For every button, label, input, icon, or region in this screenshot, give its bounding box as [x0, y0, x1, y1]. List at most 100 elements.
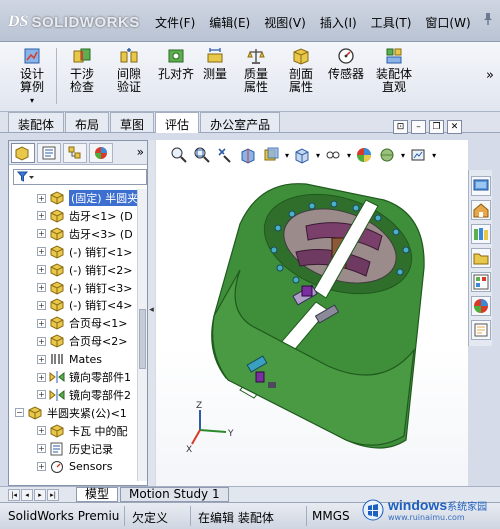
- tab-assembly[interactable]: 装配体: [8, 112, 65, 132]
- chevron-down-icon[interactable]: ▾: [30, 94, 34, 107]
- clearance-verify-button[interactable]: 间隙验证: [108, 46, 150, 94]
- tree-item[interactable]: + 历史记录: [37, 440, 137, 458]
- tab-office-products[interactable]: 办公室产品: [200, 112, 281, 132]
- tree-item[interactable]: + (-) 销钉<2>: [37, 261, 137, 279]
- menu-view[interactable]: 视图(V): [259, 12, 311, 33]
- graphics-area[interactable]: ⊡ – ❐ ✕ ▾ ▾ ▾ ▾ ▾ Y Z X: [156, 120, 468, 486]
- viewport-close-button[interactable]: ✕: [447, 120, 462, 134]
- tab-feature-manager[interactable]: [11, 143, 35, 163]
- expand-toggle[interactable]: +: [37, 300, 46, 310]
- tree-scrollbar[interactable]: [137, 189, 147, 481]
- tree-item-label: (-) 销钉<4>: [69, 299, 133, 313]
- tree-item-label: (固定) 半圆夹: [69, 190, 137, 206]
- tree-item-label: 齿牙<1> (D: [69, 209, 133, 223]
- expand-toggle[interactable]: +: [37, 372, 46, 382]
- solidworks-logo[interactable]: DS SOLIDWORKS: [8, 10, 140, 34]
- tab-property-manager[interactable]: [37, 143, 61, 163]
- tab-configuration-manager[interactable]: [63, 143, 87, 163]
- expand-toggle[interactable]: +: [37, 390, 46, 400]
- next-tab-button[interactable]: ▸: [34, 488, 46, 501]
- tree-item[interactable]: + 卡瓦 中的配: [37, 422, 137, 440]
- expand-toggle[interactable]: +: [37, 265, 46, 275]
- interference-check-button[interactable]: 干涉检查: [62, 46, 102, 94]
- expand-toggle[interactable]: +: [37, 354, 46, 364]
- assembly-visualization-button[interactable]: 装配体直观: [372, 46, 416, 94]
- viewport-minimize-button[interactable]: –: [411, 120, 426, 134]
- measure-button[interactable]: 测量: [200, 46, 230, 81]
- toolbar-more-button[interactable]: »: [486, 68, 494, 83]
- section-properties-button[interactable]: 剖面属性: [280, 46, 322, 94]
- menu-edit[interactable]: 编辑(E): [204, 12, 255, 33]
- home-icon: [473, 203, 489, 218]
- triad-y-label: Y: [227, 429, 234, 439]
- triad-x-label: X: [186, 445, 192, 455]
- tab-layout[interactable]: 布局: [65, 112, 110, 132]
- task-pane-view-palette[interactable]: [471, 272, 491, 292]
- tree-item[interactable]: + 合页母<1>: [37, 314, 137, 332]
- display-manager-icon: [95, 147, 107, 159]
- expand-toggle[interactable]: +: [37, 247, 46, 257]
- hole-alignment-button[interactable]: 孔对齐: [156, 46, 196, 81]
- tab-evaluate[interactable]: 评估: [155, 112, 200, 133]
- tree-item-label: 半圆夹紧(公)<1: [47, 406, 127, 420]
- expand-toggle[interactable]: −: [15, 408, 24, 418]
- expand-toggle[interactable]: +: [37, 229, 46, 239]
- tree-item[interactable]: + (固定) 半圆夹: [37, 189, 137, 207]
- measure-label: 测量: [202, 67, 227, 81]
- menu-insert[interactable]: 插入(I): [315, 12, 362, 33]
- tree-item[interactable]: − 半圆夹紧(公)<1: [15, 404, 137, 422]
- tree-item[interactable]: + (-) 销钉<1>: [37, 243, 137, 261]
- tab-model[interactable]: 模型: [76, 487, 119, 502]
- tab-display-manager[interactable]: [89, 143, 113, 163]
- task-pane-resources[interactable]: [471, 176, 491, 196]
- expand-toggle[interactable]: +: [37, 444, 46, 454]
- pin-icon[interactable]: [482, 12, 494, 26]
- task-pane-home[interactable]: [471, 200, 491, 220]
- tab-motion-study[interactable]: Motion Study 1: [120, 487, 229, 502]
- tree-item[interactable]: + 合页母<2>: [37, 332, 137, 350]
- tree-item[interactable]: + 齿牙<1> (D: [37, 207, 137, 225]
- mass-properties-button[interactable]: 质量属性: [235, 46, 277, 94]
- tree-item[interactable]: + 齿牙<3> (D: [37, 225, 137, 243]
- status-units[interactable]: MMGS: [312, 509, 350, 523]
- mates-icon: [51, 354, 63, 365]
- first-tab-button[interactable]: |◂: [8, 488, 20, 501]
- expand-toggle[interactable]: +: [37, 211, 46, 221]
- appearances-icon: [474, 299, 488, 313]
- expand-toggle[interactable]: +: [37, 193, 46, 203]
- expand-toggle[interactable]: +: [37, 426, 46, 436]
- tree-item[interactable]: + Mates: [37, 350, 137, 368]
- expand-toggle[interactable]: +: [37, 336, 46, 346]
- viewport-restore-button[interactable]: ❐: [429, 120, 444, 134]
- task-pane-design-library[interactable]: [471, 224, 491, 244]
- task-pane-custom-properties[interactable]: [471, 320, 491, 340]
- tree-item[interactable]: + 镜向零部件1: [37, 368, 137, 386]
- feature-manager-icon: [15, 146, 29, 161]
- viewport-tile-button[interactable]: ⊡: [393, 120, 408, 134]
- tree-item[interactable]: + 镜向零部件2: [37, 386, 137, 404]
- sensor-button[interactable]: 传感器: [326, 46, 366, 81]
- tab-sketch[interactable]: 草图: [110, 112, 155, 132]
- collapse-panel-button[interactable]: ◂: [148, 298, 155, 322]
- menu-file[interactable]: 文件(F): [150, 12, 200, 33]
- expand-toggle[interactable]: +: [37, 462, 46, 471]
- expand-toggle[interactable]: +: [37, 318, 46, 328]
- tree-item[interactable]: + (-) 销钉<4>: [37, 296, 137, 314]
- tree-item[interactable]: + (-) 销钉<3>: [37, 279, 137, 297]
- menu-tools[interactable]: 工具(T): [366, 12, 417, 33]
- scrollbar-thumb[interactable]: [139, 309, 146, 369]
- expand-toggle[interactable]: +: [37, 283, 46, 292]
- task-pane-file-explorer[interactable]: [471, 248, 491, 268]
- last-tab-button[interactable]: ▸|: [47, 488, 59, 501]
- tree-item[interactable]: + Sensors: [37, 458, 137, 476]
- design-study-button[interactable]: 设计算例 ▾: [10, 46, 54, 107]
- tree-item-label: (-) 销钉<3>: [69, 281, 133, 295]
- history-icon: [50, 442, 63, 456]
- task-pane-appearances[interactable]: [471, 296, 491, 316]
- watermark-logo-icon: [362, 499, 384, 521]
- menu-window[interactable]: 窗口(W): [420, 12, 475, 33]
- panel-more-button[interactable]: »: [137, 145, 144, 159]
- assembly-model[interactable]: Y Z X: [156, 140, 468, 486]
- prev-tab-button[interactable]: ◂: [21, 488, 33, 501]
- tree-filter[interactable]: [13, 169, 147, 185]
